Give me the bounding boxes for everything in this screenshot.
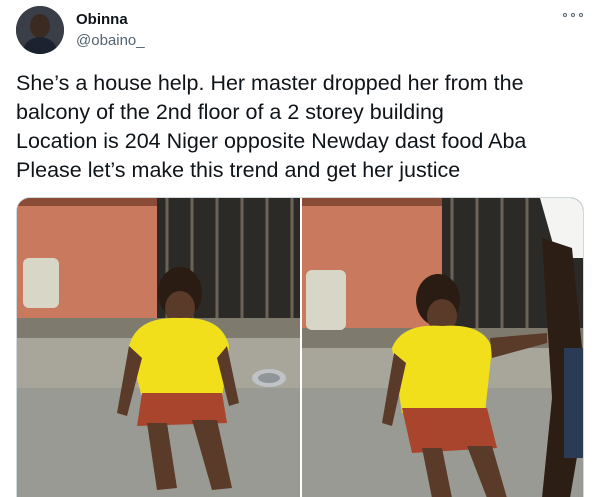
tweet-text-line: She’s a house help. Her master dropped h… [16,71,524,95]
author-display-name[interactable]: Obinna [76,10,145,29]
author-handle[interactable]: @obaino_ [76,31,145,50]
tweet-text-line: Please let’s make this trend and get her… [16,158,461,182]
tweet-media-grid [16,197,584,497]
tweet-header: Obinna @obaino_ [16,6,583,54]
tweet-text-line: Location is 204 Niger opposite Newday da… [16,129,527,153]
tweet-photo-2[interactable] [302,198,583,497]
more-horizontal-icon[interactable] [563,8,583,22]
tweet-text-line: balcony of the 2nd floor of a 2 storey b… [16,100,444,124]
author-avatar[interactable] [16,6,64,54]
tweet-text: She’s a house help. Her master dropped h… [16,69,586,185]
tweet-photo-1[interactable] [17,198,300,497]
